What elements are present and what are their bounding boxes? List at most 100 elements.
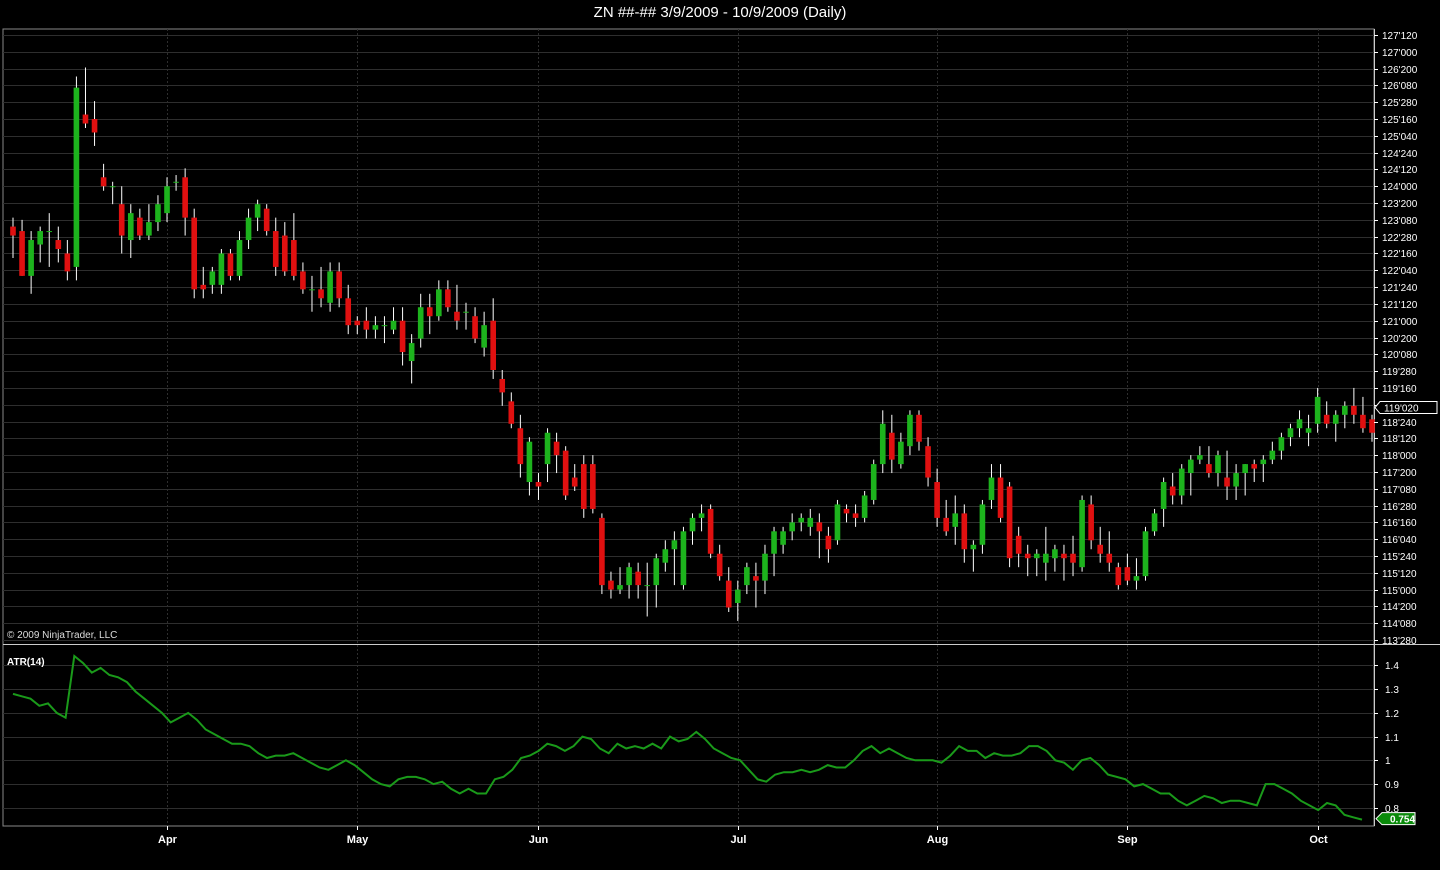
candle bbox=[834, 499, 841, 545]
candle-body bbox=[889, 432, 895, 460]
price-tick-label: 118'000 bbox=[1382, 451, 1417, 462]
candle bbox=[227, 248, 234, 281]
candle bbox=[1233, 464, 1239, 500]
price-tick-label: 122'160 bbox=[1382, 249, 1418, 260]
candle-body bbox=[1024, 553, 1031, 559]
candle-body bbox=[916, 414, 922, 442]
grid-lines bbox=[3, 29, 1374, 826]
candle-body bbox=[372, 325, 379, 330]
candle bbox=[707, 504, 714, 559]
candle bbox=[508, 392, 515, 429]
candle-body bbox=[1296, 419, 1303, 429]
candle-body bbox=[879, 423, 886, 465]
candle-body bbox=[535, 482, 542, 487]
candle bbox=[870, 459, 877, 505]
price-tick-label: 126'200 bbox=[1382, 65, 1418, 76]
candle bbox=[599, 513, 605, 595]
candle-body bbox=[182, 177, 188, 218]
candle bbox=[426, 293, 433, 335]
candle-body bbox=[1269, 450, 1276, 460]
candle bbox=[789, 513, 795, 541]
month-label: May bbox=[347, 834, 369, 846]
candle-body bbox=[1169, 486, 1176, 496]
price-tick-label: 117'080 bbox=[1382, 485, 1417, 496]
candle-body bbox=[934, 482, 940, 518]
candle bbox=[562, 446, 569, 500]
candle bbox=[55, 226, 62, 263]
candle bbox=[1043, 526, 1049, 581]
candle-body bbox=[1197, 455, 1203, 460]
candle-body bbox=[825, 535, 832, 550]
month-label: Jun bbox=[529, 834, 549, 846]
candle bbox=[1351, 387, 1357, 424]
candle bbox=[82, 67, 89, 128]
candle-body bbox=[64, 253, 71, 272]
candle bbox=[1006, 482, 1013, 568]
price-tick-label: 126'080 bbox=[1382, 81, 1418, 92]
candle-body bbox=[744, 567, 750, 586]
candle bbox=[780, 526, 786, 554]
candle bbox=[37, 226, 43, 263]
candle bbox=[73, 76, 80, 281]
candle bbox=[182, 168, 188, 236]
candle bbox=[1169, 473, 1176, 505]
candle-body bbox=[399, 320, 406, 353]
candle-body bbox=[1278, 437, 1285, 451]
candle-body bbox=[73, 87, 80, 267]
candle bbox=[1206, 446, 1212, 478]
price-tick-label: 125'160 bbox=[1382, 115, 1418, 126]
candle bbox=[889, 414, 895, 474]
candle bbox=[1287, 423, 1294, 447]
candle-body bbox=[200, 284, 207, 290]
candle bbox=[1124, 553, 1131, 586]
candle-body bbox=[1251, 464, 1258, 469]
candle-body bbox=[644, 585, 651, 587]
price-tick-label: 127'120 bbox=[1382, 31, 1418, 42]
candle bbox=[399, 307, 406, 366]
candle-body bbox=[988, 477, 995, 500]
candle bbox=[137, 208, 143, 241]
chart-canvas[interactable]: 127'120 127'000 126'200 126'080 125'280 125'1… bbox=[0, 0, 1440, 870]
price-tick-label: 121'240 bbox=[1382, 283, 1418, 294]
candle bbox=[236, 231, 243, 281]
candle-body bbox=[789, 522, 795, 532]
candle bbox=[19, 219, 25, 276]
candle bbox=[852, 504, 859, 527]
candle bbox=[1197, 446, 1203, 465]
candle-body bbox=[1233, 473, 1239, 487]
candle bbox=[445, 280, 451, 312]
candle-body bbox=[1160, 482, 1167, 509]
candle-body bbox=[798, 517, 805, 523]
candle-body bbox=[725, 580, 732, 608]
candle-body bbox=[762, 553, 768, 581]
price-tick-label: 121'000 bbox=[1382, 317, 1418, 328]
candle-body bbox=[590, 464, 596, 509]
candle-body bbox=[771, 531, 777, 554]
candle-body bbox=[463, 311, 469, 313]
candle-body bbox=[843, 508, 850, 514]
candle-body bbox=[1178, 468, 1185, 496]
candle-body bbox=[925, 446, 931, 478]
candle-body bbox=[1224, 477, 1230, 487]
candle-body bbox=[426, 307, 433, 317]
candle bbox=[698, 504, 705, 532]
price-tick-label: 125'280 bbox=[1382, 98, 1418, 109]
candle bbox=[1097, 526, 1104, 563]
candle bbox=[281, 222, 288, 276]
candle-body bbox=[662, 549, 669, 563]
candle bbox=[1079, 495, 1085, 572]
candle bbox=[590, 455, 596, 514]
candle-body bbox=[961, 513, 968, 550]
candle-body bbox=[291, 240, 297, 276]
candle bbox=[436, 280, 442, 321]
candle-body bbox=[1314, 396, 1321, 424]
price-tick-label: 116'280 bbox=[1382, 502, 1417, 513]
candle-body bbox=[245, 217, 252, 241]
candle bbox=[91, 101, 98, 146]
candle-body bbox=[236, 240, 243, 276]
candle-body bbox=[680, 531, 687, 586]
month-label: Aug bbox=[927, 834, 948, 846]
candle-body bbox=[318, 289, 324, 299]
atr-label: ATR(14) bbox=[7, 657, 45, 668]
candle-body bbox=[481, 325, 487, 348]
